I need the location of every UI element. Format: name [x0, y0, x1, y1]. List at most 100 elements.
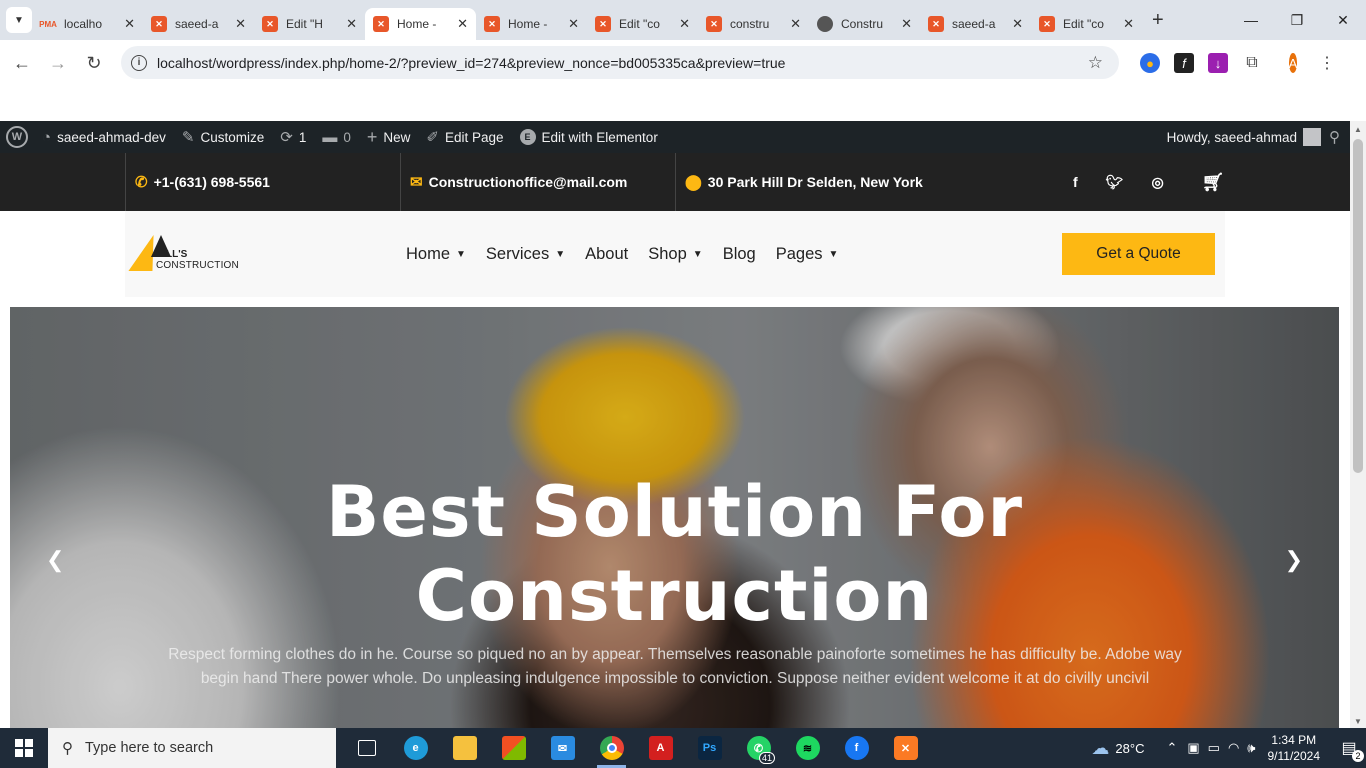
- battery-icon[interactable]: ▭: [1208, 740, 1220, 756]
- task-view-button[interactable]: [342, 728, 391, 768]
- profile-avatar[interactable]: A: [1288, 53, 1298, 73]
- bookmark-star-icon[interactable]: ☆: [1088, 53, 1103, 73]
- tab-close-icon[interactable]: ✕: [679, 16, 690, 32]
- slider-prev-arrow-icon[interactable]: ❮: [46, 547, 64, 573]
- browser-tab[interactable]: ✕ constru ✕: [698, 8, 809, 40]
- nav-item-shop[interactable]: Shop ▼: [648, 245, 702, 264]
- tab-close-icon[interactable]: ✕: [790, 16, 801, 32]
- taskbar-search-box[interactable]: ⚲ Type here to search: [48, 728, 336, 768]
- nav-item-services[interactable]: Services ▼: [486, 245, 565, 264]
- minimize-button[interactable]: —: [1228, 0, 1274, 40]
- admin-elementor-link[interactable]: E Edit with Elementor: [512, 121, 666, 153]
- wp-admin-bar: W ◔ saeed-ahmad-dev ✎ Customize ⟳ 1 ▬ 0 + New…: [0, 121, 1350, 153]
- wifi-icon[interactable]: ◠: [1228, 740, 1239, 756]
- tab-close-icon[interactable]: ✕: [901, 16, 912, 32]
- tab-search-button[interactable]: ▼: [6, 7, 32, 33]
- admin-avatar[interactable]: [1303, 128, 1321, 146]
- taskbar-clock[interactable]: 1:34 PM 9/11/2024: [1268, 732, 1321, 764]
- mail-app[interactable]: ✉: [538, 728, 587, 768]
- close-window-button[interactable]: ✕: [1320, 0, 1366, 40]
- reload-button[interactable]: ↻: [76, 53, 112, 74]
- admin-edit-page-link[interactable]: ✐ Edit Page: [418, 121, 511, 153]
- tab-close-icon[interactable]: ✕: [457, 16, 468, 32]
- page-scrollbar[interactable]: ▲ ▼: [1350, 121, 1366, 728]
- admin-new-link[interactable]: + New: [359, 121, 419, 153]
- spotify-app[interactable]: ≋: [783, 728, 832, 768]
- browser-tab[interactable]: Constru ✕: [809, 8, 920, 40]
- scrollbar-thumb[interactable]: [1353, 139, 1363, 473]
- instagram-icon[interactable]: ◎: [1151, 174, 1163, 191]
- browser-tab[interactable]: ✕ Home - ✕: [476, 8, 587, 40]
- acrobat-app[interactable]: A: [636, 728, 685, 768]
- edge-app[interactable]: e: [391, 728, 440, 768]
- scroll-up-arrow-icon[interactable]: ▲: [1354, 125, 1362, 134]
- file-explorer-app[interactable]: [440, 728, 489, 768]
- weather-temp[interactable]: 28°C: [1115, 741, 1144, 756]
- browser-tab[interactable]: ✕ Home - ✕: [365, 8, 476, 40]
- get-a-quote-button[interactable]: Get a Quote: [1062, 233, 1215, 275]
- slider-next-arrow-icon[interactable]: ❯: [1285, 547, 1303, 573]
- admin-howdy-account[interactable]: Howdy, saeed-ahmad: [1167, 130, 1297, 145]
- brush-icon: ✎: [181, 129, 195, 146]
- url-field[interactable]: i localhost/wordpress/index.php/home-2/?…: [121, 46, 1119, 79]
- back-button[interactable]: ←: [4, 53, 40, 74]
- admin-updates-link[interactable]: ⟳ 1: [272, 121, 314, 153]
- photoshop-app[interactable]: Ps: [685, 728, 734, 768]
- scroll-down-arrow-icon[interactable]: ▼: [1354, 717, 1362, 726]
- weather-cloud-icon[interactable]: ☁: [1091, 738, 1109, 759]
- admin-customize-link[interactable]: ✎ Customize: [174, 121, 272, 153]
- admin-comments-link[interactable]: ▬ 0: [314, 121, 359, 153]
- facebook-icon[interactable]: f: [1073, 174, 1078, 190]
- extension-download-icon[interactable]: ↓: [1208, 53, 1228, 73]
- admin-site-link[interactable]: ◔ saeed-ahmad-dev: [34, 121, 174, 153]
- wordpress-logo-icon[interactable]: W: [6, 126, 28, 148]
- chrome-app[interactable]: [587, 728, 636, 768]
- topbar-divider: [125, 153, 126, 211]
- admin-site-label: saeed-ahmad-dev: [57, 129, 166, 145]
- browser-tab[interactable]: ✕ saeed-a ✕: [920, 8, 1031, 40]
- browser-tab[interactable]: PMA localho ✕: [32, 8, 143, 40]
- nav-item-pages[interactable]: Pages ▼: [776, 245, 839, 264]
- browser-tab[interactable]: ✕ saeed-a ✕: [143, 8, 254, 40]
- browser-menu-icon[interactable]: ⋮: [1317, 53, 1337, 73]
- nav-item-about[interactable]: About: [585, 245, 628, 264]
- extension-fx-icon[interactable]: f: [1174, 53, 1194, 73]
- store-app[interactable]: [489, 728, 538, 768]
- start-button[interactable]: [0, 728, 48, 768]
- site-logo[interactable]: HILL'S CONSTRUCTION: [128, 235, 245, 275]
- site-info-icon[interactable]: i: [131, 54, 147, 71]
- tab-close-icon[interactable]: ✕: [124, 16, 135, 32]
- twitter-icon[interactable]: 🐦︎: [1106, 174, 1124, 191]
- tab-close-icon[interactable]: ✕: [1123, 16, 1134, 32]
- admin-updates-count: 1: [298, 129, 307, 145]
- extensions-puzzle-icon[interactable]: ⧉: [1242, 53, 1262, 73]
- whatsapp-app[interactable]: ✆ 41: [734, 728, 783, 768]
- browser-tab[interactable]: ✕ Edit "co ✕: [587, 8, 698, 40]
- cart-icon[interactable]: 🛒︎: [1202, 172, 1225, 193]
- email-contact[interactable]: ✉ Constructionoffice@mail.com: [410, 153, 627, 211]
- meet-now-icon[interactable]: ▣: [1187, 740, 1199, 756]
- nav-item-home[interactable]: Home ▼: [406, 245, 466, 264]
- browser-tab[interactable]: ✕ Edit "H ✕: [254, 8, 365, 40]
- nav-item-blog[interactable]: Blog: [723, 245, 756, 264]
- tab-close-icon[interactable]: ✕: [235, 16, 246, 32]
- window-controls: — ❐ ✕: [1228, 0, 1366, 40]
- browser-tab[interactable]: ✕ Edit "co ✕: [1031, 8, 1142, 40]
- facebook-app[interactable]: f: [832, 728, 881, 768]
- dashboard-gauge-icon: ◔: [42, 128, 52, 146]
- caret-down-icon: ▼: [828, 248, 839, 260]
- extension-colorful-icon[interactable]: ●: [1140, 53, 1160, 73]
- phone-contact[interactable]: ✆ +1-(631) 698-5561: [135, 153, 270, 211]
- tab-close-icon[interactable]: ✕: [568, 16, 579, 32]
- new-tab-button[interactable]: +: [1152, 9, 1164, 32]
- tab-close-icon[interactable]: ✕: [346, 16, 357, 32]
- xampp-app[interactable]: ✕: [881, 728, 930, 768]
- maximize-button[interactable]: ❐: [1274, 0, 1320, 40]
- chevron-up-icon[interactable]: ⌃: [1166, 740, 1177, 756]
- tab-close-icon[interactable]: ✕: [1012, 16, 1023, 32]
- forward-button[interactable]: →: [40, 53, 76, 74]
- volume-icon[interactable]: 🕪︎: [1247, 740, 1255, 756]
- site-header: HILL'S CONSTRUCTION Home ▼ Services ▼ About S…: [125, 211, 1225, 297]
- admin-search-icon[interactable]: ⚲: [1329, 128, 1340, 146]
- notification-center-icon[interactable]: ▤ 2: [1332, 738, 1366, 762]
